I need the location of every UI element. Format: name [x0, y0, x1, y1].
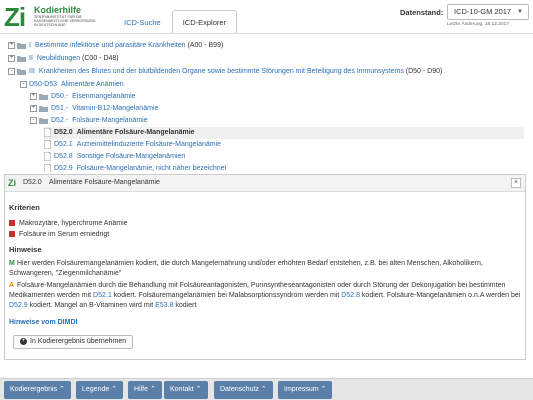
check-icon: [9, 231, 15, 238]
close-icon[interactable]: ×: [511, 178, 521, 188]
tree-label[interactable]: Neubildungen: [37, 55, 80, 62]
datestand-label: Datenstand:: [400, 8, 444, 17]
detail-title: Alimentäre Folsäure-Mangelanämie: [49, 179, 160, 186]
document-icon: [44, 163, 51, 172]
footer-hilfe[interactable]: Hilfe ⌃: [128, 381, 162, 399]
folder-open-icon: [17, 68, 26, 75]
expand-icon[interactable]: +: [8, 54, 15, 62]
footer-legende[interactable]: Legende ⌃: [76, 381, 124, 399]
document-icon: [44, 139, 51, 149]
logo-subtitle: Zentralinstitut für die kassenärztliche …: [34, 15, 96, 27]
footer-kontakt[interactable]: Kontakt ⌃: [164, 381, 208, 399]
tree-code: D51.-: [51, 105, 69, 112]
code-link[interactable]: D52.8: [341, 292, 360, 299]
collapse-icon[interactable]: -: [20, 80, 27, 88]
detail-panel: Zi D52.0 Alimentäre Folsäure-Mangelanämi…: [4, 174, 526, 360]
tree-label[interactable]: Folsäure-Mangelanämie: [72, 117, 147, 124]
criteria-item: Makrozytäre, hyperchrome Anämie: [9, 220, 128, 227]
tree-label[interactable]: Arzneimittelinduzierte Folsäure-Mangelan…: [77, 141, 221, 148]
detail-code: D52.0: [23, 179, 42, 186]
footer-kodierergebnis[interactable]: Kodierergebnis ⌃: [4, 381, 71, 399]
tab-icd-suche[interactable]: ICD-Suche: [113, 10, 172, 33]
hint-a-mark: A: [9, 282, 15, 289]
folder-icon: [39, 105, 48, 112]
last-change-date: Letzte Änderung: 18.12.2017: [447, 22, 509, 27]
logo-title: Kodierhilfe: [34, 5, 82, 15]
tree-label[interactable]: Folsäure-Mangelanämie, nicht näher bezei…: [77, 165, 227, 172]
tree-code: D50-D53: [29, 81, 58, 88]
icd-tree: + I Bestimmte infektiöse und parasitäre Kr…: [0, 38, 533, 172]
tab-divider: [0, 33, 533, 34]
expand-icon[interactable]: +: [30, 92, 37, 100]
expand-icon[interactable]: +: [8, 41, 15, 49]
tree-code: D50.-: [51, 93, 69, 100]
main-tabs: ICD-Suche ICD-Explorer: [113, 10, 238, 33]
document-icon: [44, 151, 51, 161]
tree-row[interactable]: - D52.- Folsäure-Mangelanämie: [30, 115, 148, 127]
tree-code: D52.8: [54, 153, 73, 160]
tree-label[interactable]: Krankheiten des Blutes und der blutbilde…: [39, 68, 404, 75]
code-link[interactable]: E53.8: [155, 302, 173, 309]
tree-range: (C00 - D48): [82, 55, 119, 62]
tree-code: II: [29, 55, 33, 62]
criteria-heading: Kriterien: [9, 203, 40, 212]
tree-label[interactable]: Sonstige Folsäure-Mangelanämien: [77, 153, 186, 160]
plus-icon: +: [20, 337, 27, 345]
header: Zi Kodierhilfe Zentralinstitut für die k…: [0, 0, 533, 34]
folder-icon: [17, 42, 26, 49]
code-link[interactable]: D52.9: [9, 302, 28, 309]
dimdi-hints-link[interactable]: Hinweise vom DIMDI: [9, 319, 77, 326]
zi-icon: Zi: [8, 178, 16, 188]
code-link[interactable]: D52.1: [93, 292, 112, 299]
expand-icon[interactable]: +: [30, 104, 37, 112]
tree-row[interactable]: D52.1 Arzneimittelinduzierte Folsäure-Man…: [44, 139, 221, 151]
footer-impressum[interactable]: Impressum ⌃: [278, 381, 333, 399]
check-icon: [9, 220, 15, 227]
hints-heading: Hinweise: [9, 245, 42, 254]
folder-icon: [39, 93, 48, 100]
tree-code: D52.0: [54, 129, 73, 136]
tree-label[interactable]: Alimentäre Anämien: [61, 81, 124, 88]
tree-label[interactable]: Alimentäre Folsäure-Mangelanämie: [77, 129, 195, 136]
add-to-result-button[interactable]: + In Kodierergebnis übernehmen: [13, 335, 134, 349]
folder-icon: [17, 55, 26, 62]
tree-row[interactable]: - D50-D53 Alimentäre Anämien: [20, 79, 124, 91]
tree-label[interactable]: Vitamin-B12-Mangelanämie: [72, 105, 158, 112]
tree-row[interactable]: D52.8 Sonstige Folsäure-Mangelanämien: [44, 151, 185, 163]
collapse-icon[interactable]: -: [8, 67, 15, 75]
tree-label[interactable]: Eisenmangelanämie: [72, 93, 135, 100]
tree-row[interactable]: + D51.- Vitamin-B12-Mangelanämie: [30, 103, 158, 115]
tree-row[interactable]: - III Krankheiten des Blutes und der blutb…: [8, 66, 442, 78]
collapse-icon[interactable]: -: [30, 116, 37, 124]
tree-range: (D50 - D90): [405, 68, 443, 75]
tree-code: D52.-: [51, 117, 69, 124]
logo-mark: Zi: [4, 2, 26, 32]
tree-code: I: [29, 42, 31, 49]
version-value: ICD-10-GM 2017: [454, 7, 512, 16]
tree-range: (A00 - B99): [187, 42, 224, 49]
hint-m-mark: M: [9, 260, 15, 267]
version-select[interactable]: ICD-10-GM 2017 ▼: [447, 4, 529, 20]
chevron-down-icon: ▼: [517, 9, 523, 15]
tree-row[interactable]: + II Neubildungen (C00 - D48): [8, 53, 119, 65]
tree-code: D52.9: [54, 165, 73, 172]
hint-a: A Folsäure-Mangelanämien durch die Behand…: [9, 282, 521, 309]
tree-row[interactable]: + D50.- Eisenmangelanämie: [30, 91, 136, 103]
tree-row[interactable]: D52.9 Folsäure-Mangelanämie, nicht näher …: [44, 163, 227, 172]
tree-code: D52.1: [54, 141, 73, 148]
tree-row[interactable]: + I Bestimmte infektiöse und parasitäre Kr…: [8, 40, 223, 52]
tree-label[interactable]: Bestimmte infektiöse und parasitäre Kran…: [35, 42, 186, 49]
tree-code: III: [29, 68, 35, 75]
detail-header: Zi D52.0 Alimentäre Folsäure-Mangelanämi…: [5, 175, 525, 192]
tree-row-selected[interactable]: D52.0 Alimentäre Folsäure-Mangelanämie: [44, 127, 524, 139]
footer-datenschutz[interactable]: Datenschutz ⌃: [214, 381, 273, 399]
document-icon: [44, 127, 51, 137]
hint-m: M Hier werden Folsäuremangelanämien kodie…: [9, 260, 483, 277]
criteria-item: Folsäure im Serum erniedrigt: [9, 231, 109, 238]
folder-open-icon: [39, 117, 48, 124]
tab-icd-explorer[interactable]: ICD-Explorer: [171, 10, 238, 33]
footer-bar: Kodierergebnis ⌃ Legende ⌃ Hilfe ⌃ Konta…: [0, 378, 533, 400]
